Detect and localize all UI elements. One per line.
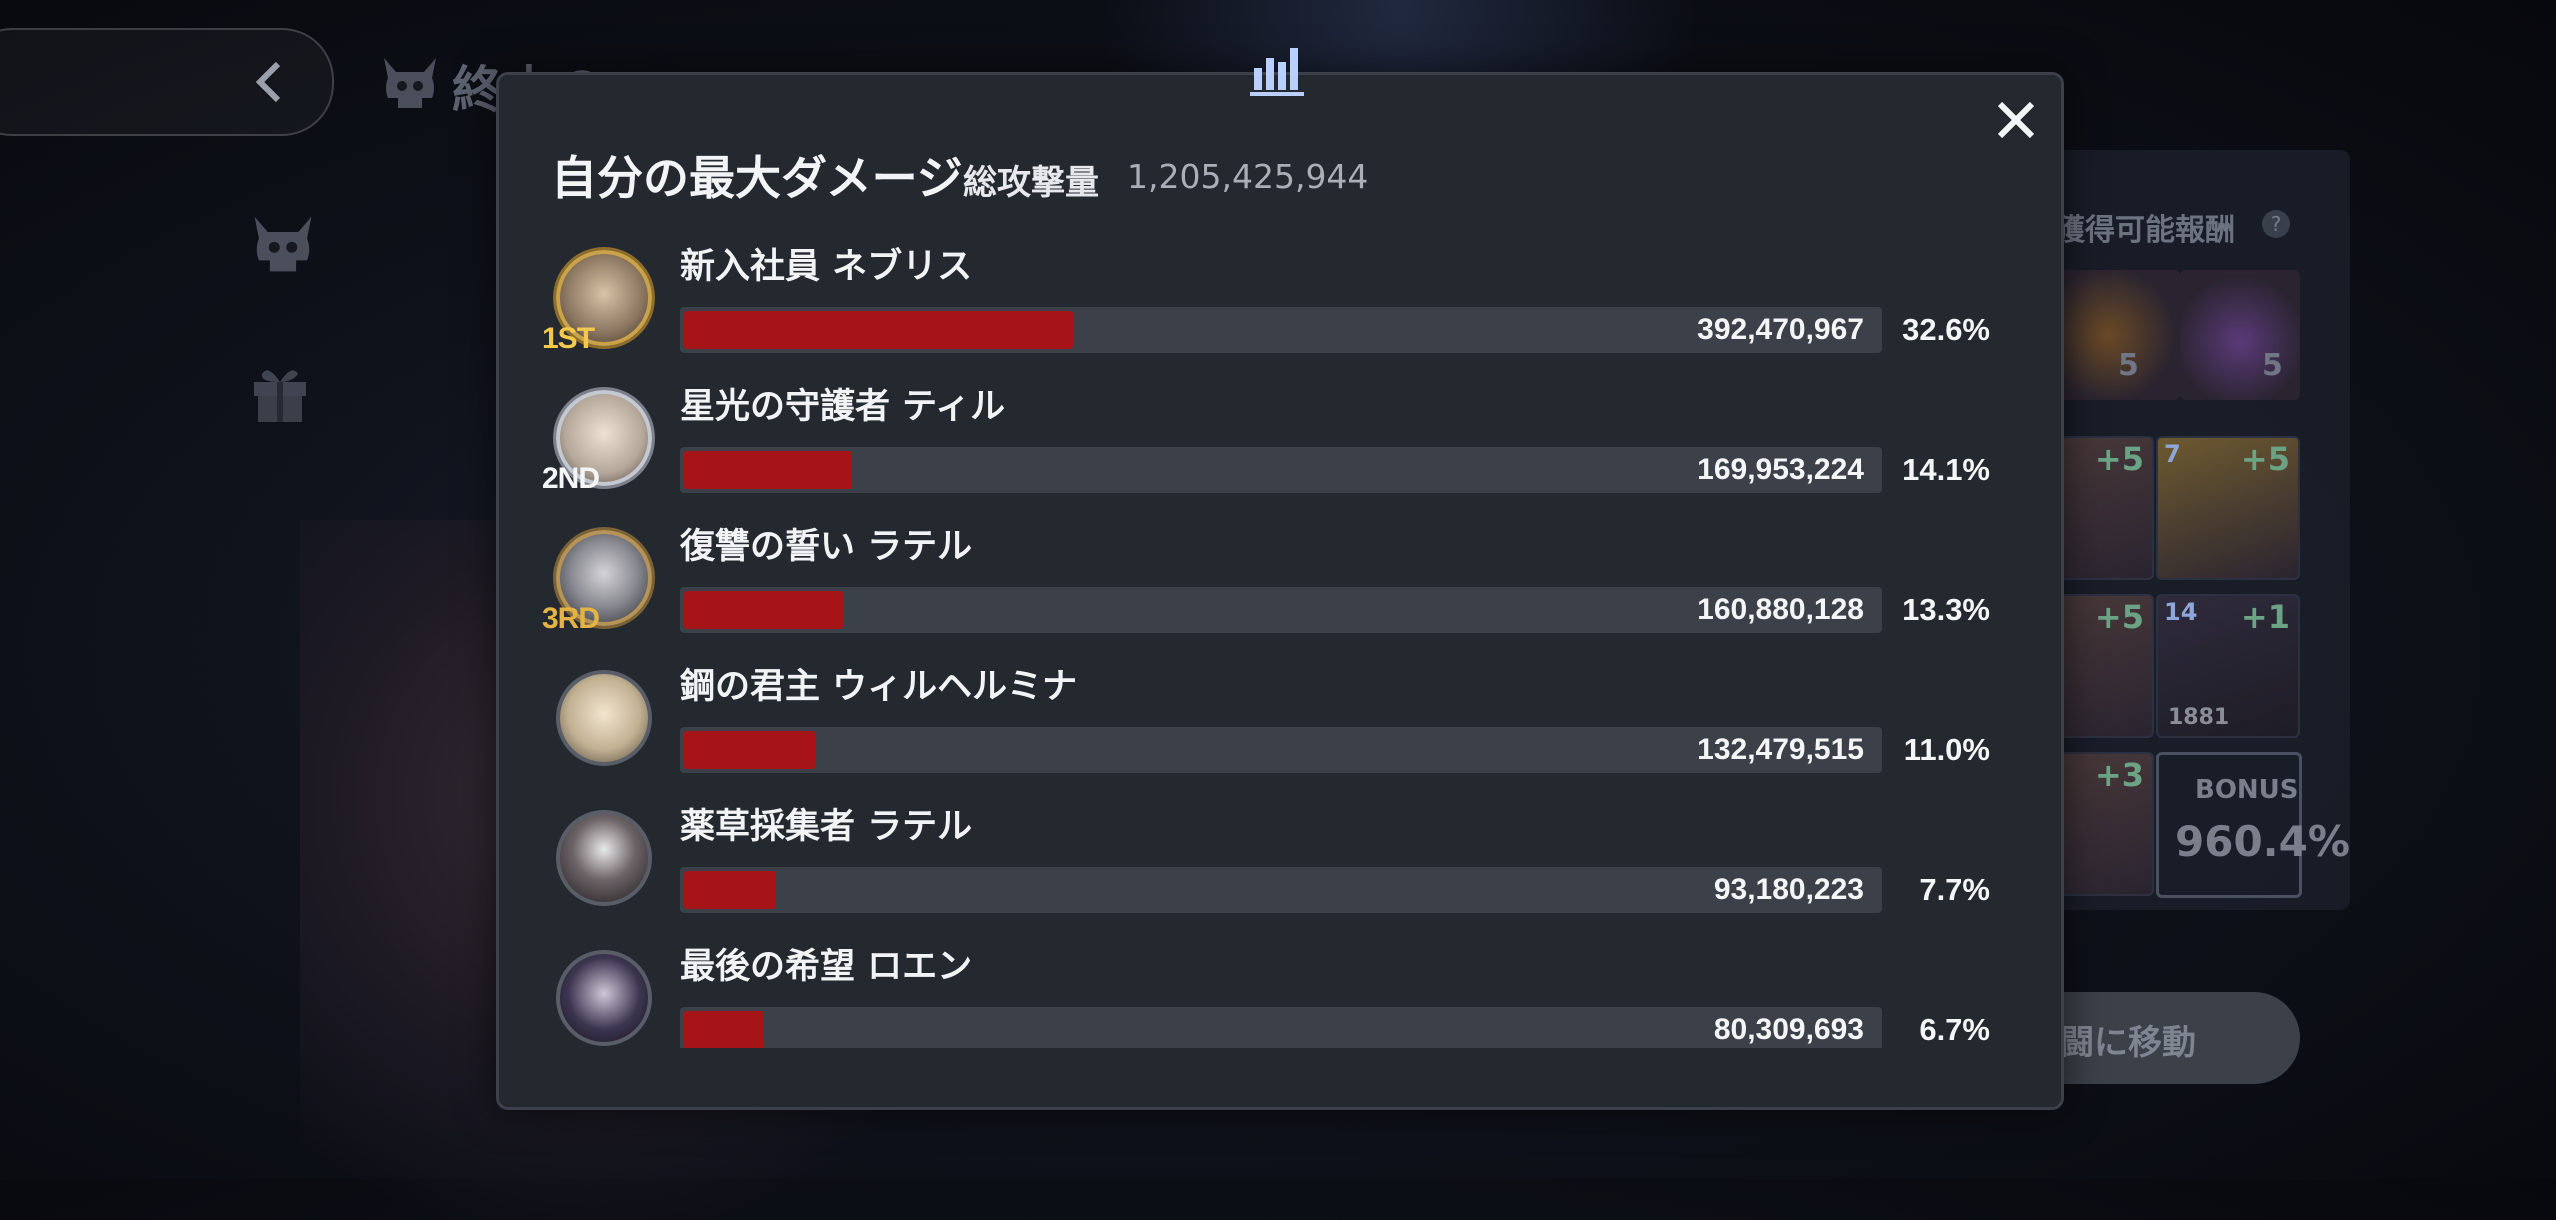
- character-avatar: [556, 950, 652, 1046]
- chevron-left-icon: [255, 61, 281, 103]
- card-upgrade: +5: [2094, 440, 2144, 478]
- card-level: 7: [2164, 440, 2181, 468]
- rank-badge: 3RD: [542, 602, 600, 635]
- damage-bar-fill: [684, 311, 1073, 349]
- boss-skull-icon: [384, 58, 436, 108]
- card-stat: 1881: [2168, 705, 2230, 730]
- damage-bar-fill: [684, 871, 776, 909]
- bonus-box: BONUS 960.4%: [2156, 752, 2350, 898]
- move-to-battle-label: 闘に移動: [2060, 1023, 2196, 1063]
- damage-bar-fill: [684, 451, 852, 489]
- character-name: 星光の守護者 ティル: [680, 387, 1006, 427]
- popup-title: 自分の最大ダメージ: [551, 151, 963, 205]
- damage-percent: 6.7%: [1919, 1012, 1990, 1047]
- damage-bar-fill: [684, 1011, 764, 1048]
- card-upgrade: +1: [2240, 598, 2290, 636]
- damage-value: 160,880,128: [1697, 593, 1864, 626]
- character-avatar: [556, 670, 652, 766]
- damage-bar: 392,470,967: [680, 307, 1882, 353]
- character-name: 薬草採集者 ラテル: [680, 807, 973, 847]
- back-button[interactable]: [0, 28, 334, 136]
- close-icon[interactable]: [1994, 98, 2038, 142]
- character-card[interactable]: 14 +1 1881: [2156, 594, 2300, 738]
- damage-bar-fill: [684, 591, 843, 629]
- damage-value: 392,470,967: [1697, 313, 1864, 346]
- damage-value: 80,309,693: [1713, 1013, 1864, 1046]
- damage-percent: 11.0%: [1903, 732, 1990, 767]
- damage-value: 132,479,515: [1697, 733, 1864, 766]
- reward-title: 獲得可能報酬: [2055, 213, 2235, 248]
- damage-bar: 132,479,515: [680, 727, 1882, 773]
- damage-bar-fill: [684, 731, 815, 769]
- list-item: 薬草採集者 ラテル 93,180,223 7.7%: [540, 800, 2020, 940]
- damage-percent: 32.6%: [1902, 312, 1990, 347]
- character-name: 最後の希望 ロエン: [680, 947, 973, 987]
- list-item: 3RD 復讐の誓い ラテル 160,880,128 13.3%: [540, 520, 2020, 660]
- damage-list[interactable]: 1ST 新入社員 ネブリス 392,470,967 32.6% 2ND 星光の守…: [540, 240, 2020, 1048]
- character-name: 新入社員 ネブリス: [680, 247, 973, 287]
- gift-icon[interactable]: [248, 360, 312, 426]
- list-item: 2ND 星光の守護者 ティル 169,953,224 14.1%: [540, 380, 2020, 520]
- help-icon[interactable]: ?: [2262, 210, 2290, 238]
- damage-bar: 169,953,224: [680, 447, 1882, 493]
- boss-skull-icon[interactable]: [248, 212, 318, 276]
- character-card[interactable]: 7 +5: [2156, 436, 2300, 580]
- list-item: 1ST 新入社員 ネブリス 392,470,967 32.6%: [540, 240, 2020, 380]
- damage-percent: 7.7%: [1919, 872, 1990, 907]
- damage-percent: 13.3%: [1902, 592, 1990, 627]
- card-level: 14: [2164, 598, 2198, 626]
- damage-value: 93,180,223: [1713, 873, 1864, 906]
- character-avatar: [556, 810, 652, 906]
- reward-count: 5: [2262, 348, 2283, 383]
- total-damage-label: 総攻撃量: [963, 163, 1099, 203]
- rank-badge: 2ND: [542, 462, 600, 495]
- card-upgrade: +5: [2094, 598, 2144, 636]
- damage-bar: 80,309,693: [680, 1007, 1882, 1048]
- rank-badge: 1ST: [542, 322, 595, 355]
- damage-bar: 93,180,223: [680, 867, 1882, 913]
- character-name: 鋼の君主 ウィルヘルミナ: [680, 667, 1078, 707]
- list-item: 最後の希望 ロエン 80,309,693 6.7%: [540, 940, 2020, 1048]
- card-upgrade: +5: [2240, 440, 2290, 478]
- bonus-label: BONUS: [2195, 775, 2299, 805]
- damage-value: 169,953,224: [1697, 453, 1864, 486]
- bar-chart-icon: [1250, 48, 1304, 96]
- total-damage-value: 1,205,425,944: [1127, 157, 1369, 196]
- card-upgrade: +3: [2094, 756, 2144, 794]
- character-name: 復讐の誓い ラテル: [680, 527, 973, 567]
- damage-percent: 14.1%: [1902, 452, 1990, 487]
- list-item: 鋼の君主 ウィルヘルミナ 132,479,515 11.0%: [540, 660, 2020, 800]
- bonus-value: 960.4%: [2175, 817, 2350, 866]
- damage-bar: 160,880,128: [680, 587, 1882, 633]
- reward-count: 5: [2118, 348, 2139, 383]
